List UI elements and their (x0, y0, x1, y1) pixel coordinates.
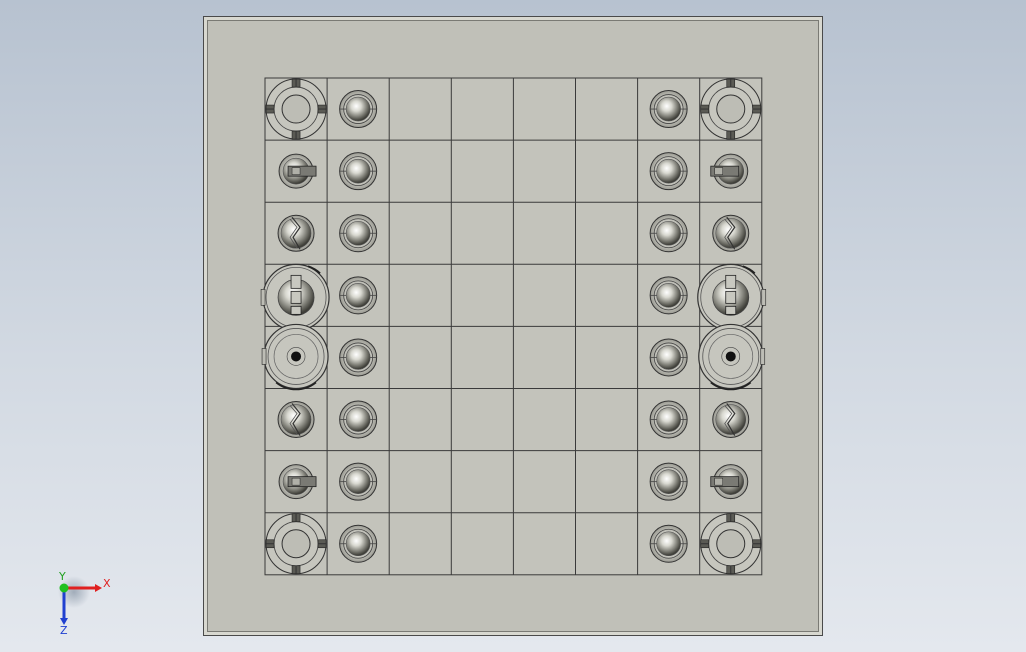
pawn-piece[interactable] (339, 276, 378, 315)
y-axis-label: Y (58, 570, 66, 583)
pawn-piece[interactable] (649, 90, 688, 129)
bishop-piece[interactable] (712, 401, 750, 439)
pawn-piece[interactable] (339, 524, 378, 563)
bishop-piece[interactable] (277, 401, 315, 439)
pawn-piece[interactable] (649, 214, 688, 253)
pawn-piece[interactable] (339, 152, 378, 191)
x-axis-arrow-icon (95, 584, 102, 592)
bishop-piece[interactable] (712, 214, 750, 252)
pawn-piece[interactable] (339, 214, 378, 253)
pawn-piece[interactable] (339, 338, 378, 377)
y-axis-icon (59, 583, 69, 593)
pawn-piece[interactable] (339, 462, 378, 501)
x-axis-label: X (103, 577, 111, 590)
pawn-piece[interactable] (649, 462, 688, 501)
bishop-piece[interactable] (277, 214, 315, 252)
rook-piece[interactable] (265, 78, 327, 140)
pawn-piece[interactable] (649, 400, 688, 439)
pawn-piece[interactable] (649, 276, 688, 315)
rook-piece[interactable] (700, 513, 762, 575)
pawn-piece[interactable] (649, 524, 688, 563)
z-axis-label: Z (60, 624, 68, 637)
pawn-piece[interactable] (649, 152, 688, 191)
chess-board-frame[interactable] (203, 16, 823, 636)
chess-board[interactable] (204, 17, 824, 637)
reference-triad: X Y Z (58, 570, 111, 637)
pawn-piece[interactable] (339, 400, 378, 439)
graphics-viewport[interactable]: X Y Z (0, 0, 1026, 652)
pawn-piece[interactable] (339, 90, 378, 129)
pawn-piece[interactable] (649, 338, 688, 377)
rook-piece[interactable] (700, 78, 762, 140)
rook-piece[interactable] (265, 513, 327, 575)
